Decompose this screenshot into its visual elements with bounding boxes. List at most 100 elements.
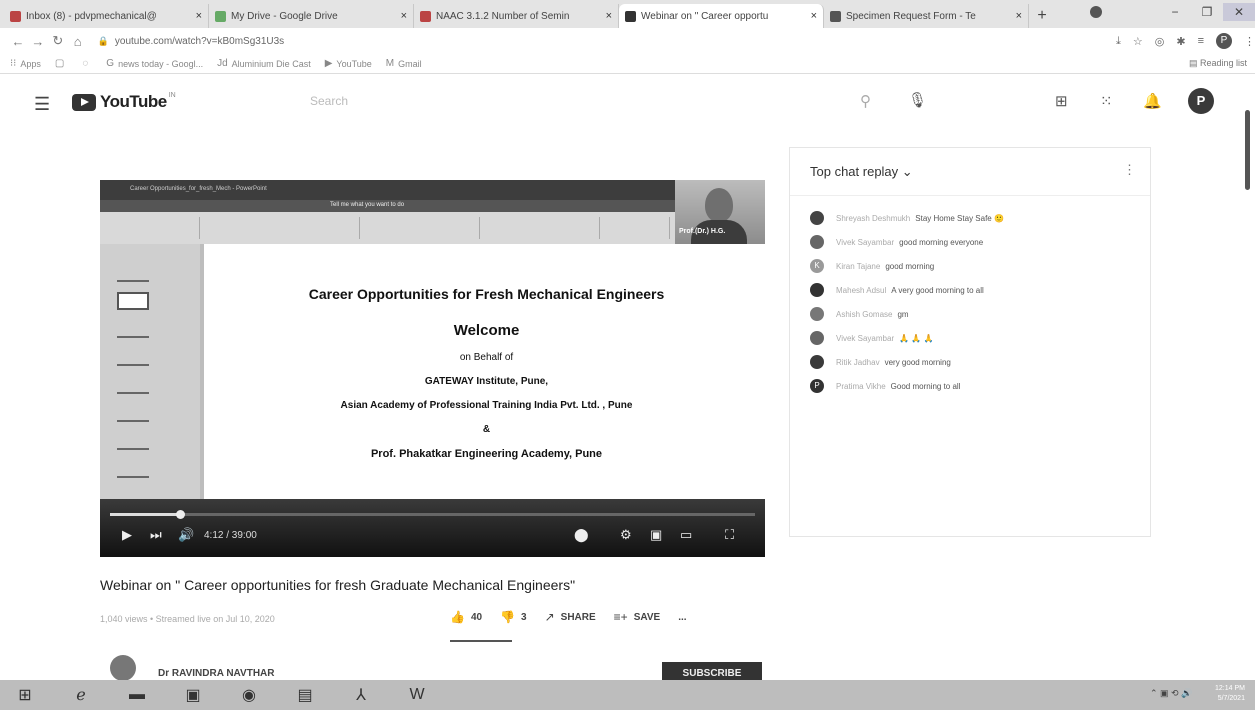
back-icon[interactable]: ← — [8, 34, 28, 49]
chat-author-avatar[interactable]: K — [810, 259, 824, 273]
powerpoint-title: Career Opportunities_for_fresh_Mech - Po… — [130, 186, 267, 192]
taskbar-clock[interactable]: 12:14 PM 5/7/2021 — [1215, 684, 1245, 704]
more-actions-button[interactable]: ... — [678, 612, 686, 623]
tab-gmail-inbox[interactable]: Inbox (8) - pdvpmechanical@ × — [4, 4, 209, 28]
notepad-icon[interactable]: ▤ — [294, 685, 316, 705]
bookmark-item[interactable]: ◌ — [82, 58, 92, 69]
more-icon[interactable]: ⋮ — [1244, 35, 1255, 48]
dislike-button[interactable]: 👎 3 — [500, 610, 527, 624]
reload-icon[interactable]: ↻ — [48, 33, 68, 49]
progress-fill — [110, 513, 180, 516]
chrome-icon[interactable]: ◉ — [238, 685, 260, 705]
share-label: SHARE — [560, 611, 596, 623]
chat-author-name[interactable]: Mahesh Adsul — [836, 286, 886, 295]
microphone-icon[interactable]: 🎙 — [908, 91, 927, 109]
chat-author-avatar[interactable] — [810, 331, 824, 345]
profile-avatar[interactable]: P — [1215, 33, 1232, 49]
next-icon[interactable]: ⏭ — [150, 527, 162, 543]
acrobat-icon[interactable]: ⅄ — [350, 685, 372, 705]
miniplayer-icon[interactable]: ▣ — [650, 527, 662, 543]
chat-author-name[interactable]: Kiran Tajane — [836, 262, 880, 271]
chat-author-name[interactable]: Vivek Sayambar — [836, 334, 894, 343]
video-player[interactable]: Career Opportunities_for_fresh_Mech - Po… — [100, 180, 765, 557]
chat-author-avatar[interactable] — [810, 235, 824, 249]
store-icon[interactable]: ▣ — [182, 685, 204, 705]
theater-mode-icon[interactable]: ▭ — [680, 527, 692, 543]
youtube-logo[interactable]: YouTube IN — [72, 92, 176, 112]
channel-avatar[interactable] — [110, 655, 136, 681]
word-icon[interactable]: W — [406, 685, 428, 705]
share-button[interactable]: ↗ SHARE — [545, 610, 596, 624]
close-tab-icon[interactable]: × — [401, 10, 407, 22]
close-tab-icon[interactable]: × — [1016, 10, 1022, 22]
settings-gear-icon[interactable]: ⚙ — [620, 527, 632, 543]
restore-icon[interactable]: ❐ — [1191, 5, 1223, 19]
video-progress-bar[interactable] — [110, 510, 755, 519]
chat-author-name[interactable]: Ashish Gomase — [836, 310, 892, 319]
reading-list-button[interactable]: ▤ Reading list — [1189, 58, 1247, 69]
share-icon: ↗ — [544, 610, 555, 624]
extension-icon[interactable]: ◎ — [1155, 35, 1165, 48]
youtube-header: ☰ YouTube IN Search ⚲ 🎙 ⊞ ⁙ 🔔 P — [0, 74, 1255, 134]
gmail-icon: M — [385, 58, 395, 69]
forward-icon[interactable]: → — [28, 34, 48, 49]
bookmark-youtube[interactable]: ▶ YouTube — [325, 58, 372, 69]
tab-google-drive[interactable]: My Drive - Google Drive × — [209, 4, 414, 28]
save-button[interactable]: ≡+ SAVE — [614, 610, 661, 624]
like-button[interactable]: 👍 40 — [450, 610, 482, 624]
windows-icon[interactable]: ⊞ — [14, 685, 36, 705]
tab-naac[interactable]: NAAC 3.1.2 Number of Semin × — [414, 4, 619, 28]
puzzle-icon[interactable]: ✱ — [1176, 35, 1185, 48]
account-avatar[interactable]: P — [1188, 88, 1214, 114]
apps-grid-icon[interactable]: ⁙ — [1100, 92, 1113, 110]
notifications-bell-icon[interactable]: 🔔 — [1143, 92, 1162, 110]
chat-author-name[interactable]: Pratima Vikhe — [836, 382, 886, 391]
edge-icon[interactable]: ℯ — [70, 685, 92, 705]
chat-author-avatar[interactable] — [810, 307, 824, 321]
close-window-icon[interactable]: ✕ — [1223, 3, 1255, 21]
search-icon[interactable]: ⚲ — [860, 92, 871, 110]
chat-author-name[interactable]: Shreyash Deshmukh — [836, 214, 910, 223]
new-tab-button[interactable]: + — [1029, 4, 1055, 28]
star-icon[interactable]: ☆ — [1133, 35, 1143, 48]
chat-more-icon[interactable]: ⋮ — [1123, 162, 1136, 178]
bookmark-aluminium[interactable]: Jd Aluminium Die Cast — [217, 58, 311, 69]
bookmarks-bar: ⁝⁝ Apps ▢ ◌ Gnews today - Googl... Jd Alum… — [0, 54, 1255, 74]
chat-author-avatar[interactable] — [810, 211, 824, 225]
minimize-icon[interactable]: − — [1159, 5, 1191, 19]
bookmark-news[interactable]: Gnews today - Googl... — [106, 58, 203, 69]
chat-mode-dropdown[interactable]: Top chat replay ⌄ — [810, 164, 913, 180]
address-bar-icons: ⤓ ☆ ◎ ✱ ≡ P ⋮ — [1116, 33, 1255, 49]
chat-author-avatar[interactable] — [810, 355, 824, 369]
close-tab-icon[interactable]: × — [811, 10, 817, 22]
tab-webinar[interactable]: Webinar on " Career opportu × — [619, 4, 824, 28]
tab-specimen-form[interactable]: Specimen Request Form - Te × — [824, 4, 1029, 28]
close-tab-icon[interactable]: × — [606, 10, 612, 22]
fullscreen-icon[interactable]: ⛶ — [725, 527, 734, 543]
bookmark-item[interactable]: ▢ — [55, 58, 68, 69]
home-icon[interactable]: ⌂ — [68, 34, 88, 49]
chat-message-text: good morning everyone — [899, 237, 984, 247]
tab-label: Specimen Request Form - Te — [846, 10, 976, 22]
channel-name[interactable]: Dr RAVINDRA NAVTHAR — [158, 668, 274, 679]
playlist-icon[interactable]: ≡ — [1198, 35, 1204, 47]
file-explorer-icon[interactable]: ▬ — [126, 685, 148, 705]
autoplay-toggle[interactable]: ⬤ — [574, 527, 589, 543]
chat-author-name[interactable]: Vivek Sayambar — [836, 238, 894, 247]
search-input[interactable]: Search — [310, 94, 810, 108]
play-icon[interactable]: ▶ — [122, 527, 132, 543]
bookmark-apps[interactable]: ⁝⁝ Apps — [10, 58, 41, 69]
menu-icon[interactable]: ☰ — [34, 94, 50, 115]
system-tray[interactable]: ⌃ ▣ ⟲ 🔊 — [1150, 688, 1192, 699]
chat-author-name[interactable]: Ritik Jadhav — [836, 358, 880, 367]
download-icon[interactable]: ⤓ — [1116, 35, 1121, 48]
bookmark-gmail[interactable]: M Gmail — [386, 58, 422, 69]
url-field[interactable]: 🔒 youtube.com/watch?v=kB0mSg31U3s — [98, 31, 1104, 51]
page-scrollbar[interactable] — [1245, 110, 1250, 190]
close-tab-icon[interactable]: × — [196, 10, 202, 22]
chat-author-avatar[interactable]: P — [810, 379, 824, 393]
progress-knob[interactable] — [175, 510, 185, 519]
volume-icon[interactable]: 🔊 — [178, 527, 194, 543]
create-video-icon[interactable]: ⊞ — [1055, 92, 1068, 110]
chat-author-avatar[interactable] — [810, 283, 824, 297]
